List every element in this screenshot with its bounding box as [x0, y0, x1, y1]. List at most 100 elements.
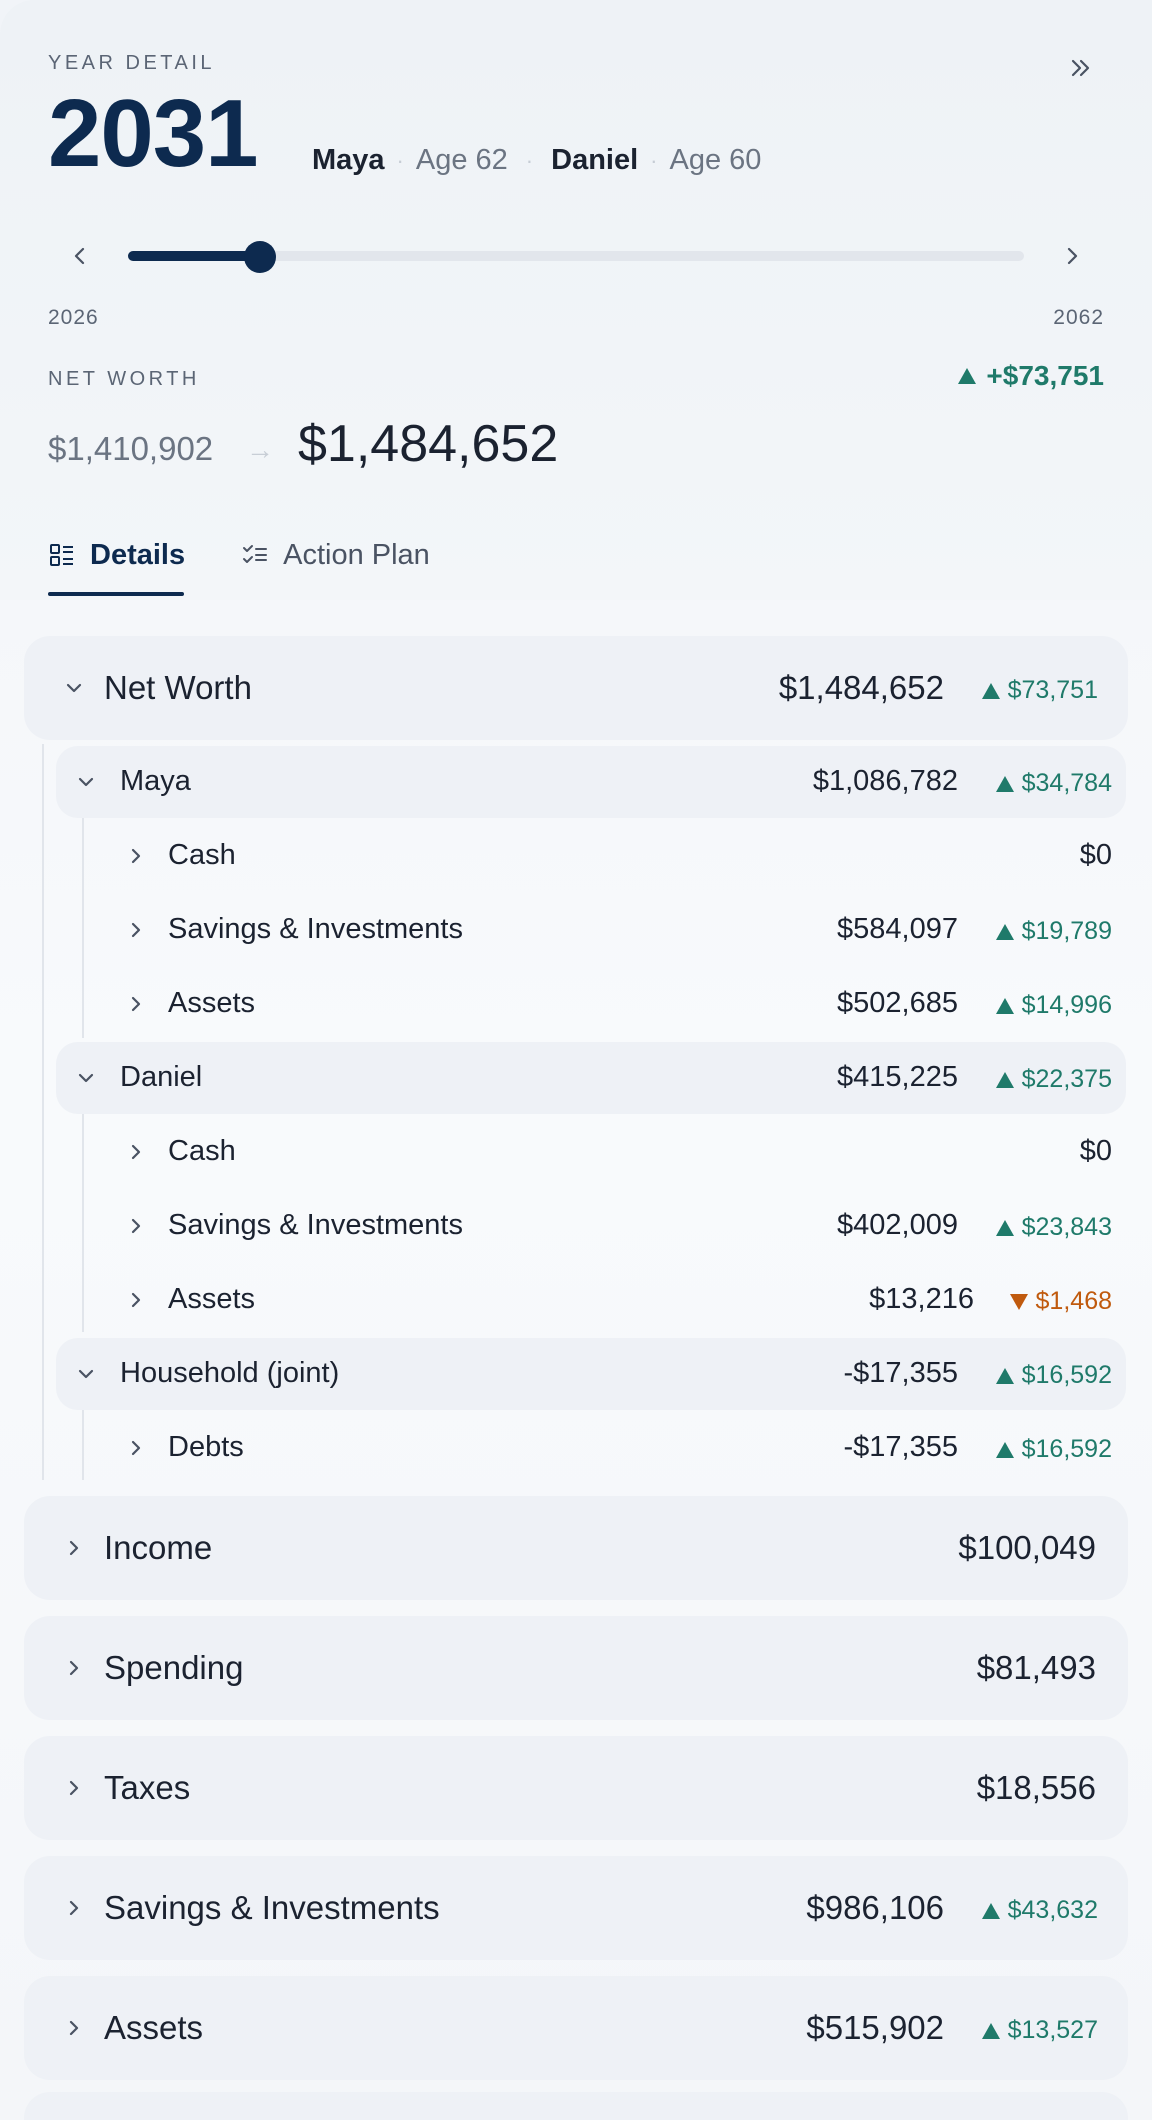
account-change: $19,789 — [995, 917, 1112, 946]
account-value: -$17,355 — [843, 1431, 959, 1463]
active-tab-indicator — [48, 592, 184, 596]
year-detail-panel: YEAR DETAIL 2031 Maya · Age 62 · Daniel … — [0, 0, 1152, 2120]
account-change-value: $19,789 — [1021, 917, 1112, 945]
section-title: Income — [104, 1529, 213, 1566]
account-row[interactable]: Savings & Investments $402,009 $23,843 — [104, 1190, 1126, 1262]
group-change: $34,784 — [995, 769, 1112, 798]
account-value: $502,685 — [837, 987, 958, 1019]
account-change-value: $1,468 — [1035, 1287, 1112, 1315]
triangle-up-icon — [995, 1441, 1014, 1458]
account-label: Savings & Investments — [168, 1209, 463, 1241]
owner-group-row[interactable]: Maya $1,086,782 $34,784 — [56, 746, 1126, 818]
section-card[interactable]: Assets $515,902 $13,527 — [24, 1976, 1128, 2080]
account-value: $584,097 — [837, 913, 958, 945]
chevron-right-icon — [122, 916, 150, 944]
person-age: Age 62 — [415, 144, 508, 176]
person-age: Age 60 — [669, 144, 762, 176]
account-change: $16,592 — [995, 1435, 1112, 1464]
account-row[interactable]: Debts -$17,355 $16,592 — [104, 1412, 1126, 1484]
section-card[interactable]: Savings & Investments $986,106 $43,632 — [24, 1856, 1128, 1960]
account-change-value: $23,843 — [1021, 1213, 1112, 1241]
chevron-down-icon — [72, 768, 100, 796]
collapse-panel-button[interactable] — [1064, 52, 1096, 84]
year-slider-thumb[interactable] — [244, 241, 277, 273]
triangle-up-icon — [995, 1367, 1014, 1384]
tab-action-plan[interactable]: Action Plan — [241, 532, 430, 578]
account-label: Assets — [168, 1283, 256, 1315]
section-change: $13,527 — [981, 2016, 1098, 2045]
year-slider-fill — [128, 251, 261, 261]
chevron-right-icon — [122, 1434, 150, 1462]
person-ages: Maya · Age 62 · Daniel · Age 60 — [312, 144, 761, 177]
tab-bar: Details Action Plan — [48, 532, 430, 578]
previous-year-button[interactable] — [64, 240, 96, 272]
tab-label: Action Plan — [283, 538, 430, 571]
group-label: Maya — [120, 765, 191, 797]
account-row[interactable]: Cash $0 — [104, 820, 1126, 892]
year-title: 2031 — [48, 80, 259, 187]
net-worth-current: $1,484,652 — [298, 415, 559, 473]
section-value: $81,493 — [976, 1649, 1096, 1686]
chevron-down-icon — [60, 674, 88, 702]
section-change-value: $43,632 — [1007, 1896, 1098, 1924]
section-change: $73,751 — [981, 676, 1098, 705]
triangle-up-icon — [995, 1219, 1014, 1236]
checklist-icon — [243, 545, 268, 563]
section-value: $18,556 — [976, 1769, 1096, 1806]
group-value: $1,086,782 — [812, 765, 958, 797]
account-row[interactable]: Savings & Investments $584,097 $19,789 — [104, 894, 1126, 966]
triangle-up-icon — [995, 997, 1014, 1014]
net-worth-label: NET WORTH — [48, 368, 200, 390]
chevron-right-icon — [1067, 247, 1078, 265]
group-value: $415,225 — [837, 1061, 958, 1093]
group-change: $22,375 — [995, 1065, 1112, 1094]
chevron-right-icon — [122, 1138, 150, 1166]
account-row[interactable]: Assets $13,216 $1,468 — [104, 1264, 1126, 1336]
section-card[interactable]: Taxes $18,556 — [24, 1736, 1128, 1840]
next-year-button[interactable] — [1056, 240, 1088, 272]
group-change-value: $22,375 — [1021, 1065, 1112, 1093]
section-title: Net Worth — [104, 669, 252, 706]
triangle-up-icon — [995, 923, 1014, 940]
chevron-right-icon — [60, 1774, 88, 1802]
owner-group-row[interactable]: Household (joint) -$17,355 $16,592 — [56, 1338, 1126, 1410]
owner-group-row[interactable]: Daniel $415,225 $22,375 — [56, 1042, 1126, 1114]
triangle-up-icon — [958, 368, 977, 384]
net-worth-section[interactable]: Net Worth $1,484,652 $73,751 — [24, 636, 1128, 740]
chevron-down-icon — [72, 1064, 100, 1092]
section-title: Taxes — [104, 1769, 191, 1806]
account-value: $0 — [1079, 1135, 1112, 1167]
section-value: $986,106 — [806, 1889, 944, 1926]
group-value: -$17,355 — [843, 1357, 959, 1389]
tab-details[interactable]: Details — [48, 532, 185, 578]
section-change-value: $73,751 — [1007, 676, 1098, 704]
separator-dot: · — [525, 147, 534, 173]
section-card-partial[interactable] — [24, 2092, 1128, 2120]
net-worth-change: +$73,751 — [958, 360, 1104, 392]
triangle-up-icon — [981, 2022, 1000, 2039]
double-chevron-right-icon — [1071, 59, 1090, 77]
account-label: Savings & Investments — [168, 913, 463, 945]
section-title: Savings & Investments — [104, 1889, 440, 1926]
section-title: Spending — [104, 1649, 244, 1686]
account-change: $23,843 — [995, 1213, 1112, 1242]
account-row[interactable]: Assets $502,685 $14,996 — [104, 968, 1126, 1040]
arrow-right-icon: → — [246, 434, 274, 465]
chevron-right-icon — [122, 1286, 150, 1314]
year-detail-header: YEAR DETAIL 2031 Maya · Age 62 · Daniel … — [0, 0, 1152, 600]
separator-dot: · — [650, 147, 658, 173]
separator-dot: · — [396, 147, 404, 173]
group-change: $16,592 — [995, 1361, 1112, 1390]
person-name: Maya — [312, 144, 385, 176]
chevron-right-icon — [60, 2014, 88, 2042]
section-title: Assets — [104, 2009, 204, 2046]
account-value: $13,216 — [869, 1283, 974, 1315]
chevron-right-icon — [60, 1894, 88, 1922]
section-card[interactable]: Spending $81,493 — [24, 1616, 1128, 1720]
account-value: $0 — [1079, 839, 1112, 871]
section-card[interactable]: Income $100,049 — [24, 1496, 1128, 1600]
account-label: Cash — [168, 839, 236, 871]
account-row[interactable]: Cash $0 — [104, 1116, 1126, 1188]
account-change-value: $16,592 — [1021, 1435, 1112, 1463]
group-change-value: $16,592 — [1021, 1361, 1112, 1389]
